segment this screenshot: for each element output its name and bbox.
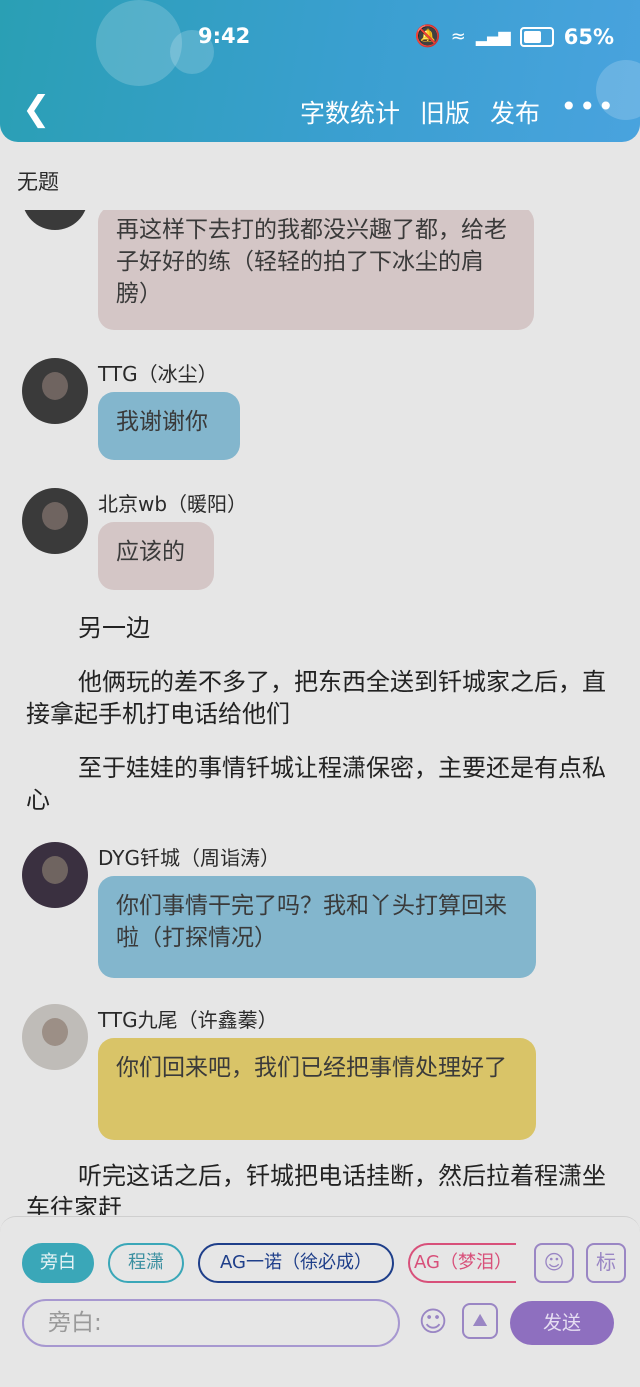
- back-chevron-icon[interactable]: ❮: [22, 90, 51, 128]
- narration-paragraph[interactable]: 至于娃娃的事情钎城让程潇保密，主要还是有点私心: [26, 752, 614, 816]
- send-button[interactable]: 发送: [510, 1301, 614, 1345]
- old-version-button[interactable]: 旧版: [420, 94, 470, 130]
- battery-percent: 65%: [563, 24, 614, 49]
- avatar[interactable]: [22, 358, 88, 424]
- status-bar: 9:42 🔕 ≈ ▂▄▆ 65%: [0, 18, 640, 54]
- status-time: 9:42: [198, 24, 251, 48]
- signal-icon: ▂▄▆: [475, 27, 511, 46]
- message-bubble[interactable]: 应该的: [98, 522, 214, 590]
- avatar[interactable]: [22, 842, 88, 908]
- document-title: 无题: [17, 170, 59, 194]
- narration-input[interactable]: 旁白:: [22, 1299, 400, 1347]
- narration-paragraph[interactable]: 另一边: [26, 612, 614, 644]
- speaker-name: TTG九尾（许鑫蓁）: [98, 1008, 278, 1032]
- publish-button[interactable]: 发布: [490, 94, 540, 130]
- more-dots-icon[interactable]: •••: [560, 90, 616, 123]
- app-header: 9:42 🔕 ≈ ▂▄▆ 65% ❮ 字数统计 旧版 发布 •••: [0, 0, 640, 142]
- wifi-icon: ≈: [450, 26, 466, 47]
- avatar[interactable]: [22, 1004, 88, 1070]
- add-role-icon[interactable]: ☺: [534, 1243, 574, 1283]
- compose-panel: 旁白 程潇 AG一诺（徐必成） AG（梦泪） ☺ 标 旁白: ☺ ⛰ 发送: [0, 1216, 640, 1387]
- speaker-name: 北京wb（暖阳）: [98, 492, 248, 516]
- message-bubble[interactable]: 你们事情干完了吗？我和丫头打算回来啦（打探情况）: [98, 876, 536, 978]
- avatar-face: [42, 1018, 68, 1046]
- avatar-face: [42, 856, 68, 884]
- role-chip[interactable]: 程潇: [108, 1243, 184, 1283]
- tag-button[interactable]: 标: [586, 1243, 626, 1283]
- battery-icon: [519, 26, 554, 47]
- story-content[interactable]: 再这样下去打的我都没兴趣了都，给老子好好的练（轻轻的拍了下冰尘的肩膀） TTG（…: [0, 210, 640, 1215]
- message-bubble[interactable]: 我谢谢你: [98, 392, 240, 460]
- avatar[interactable]: [22, 210, 88, 230]
- message-bubble[interactable]: 你们回来吧，我们已经把事情处理好了: [98, 1038, 536, 1140]
- avatar-face: [42, 502, 68, 530]
- avatar-face: [42, 372, 68, 400]
- speaker-name: TTG（冰尘）: [98, 362, 218, 386]
- top-nav: ❮ 字数统计 旧版 发布 •••: [0, 88, 640, 132]
- role-chip-narrator[interactable]: 旁白: [22, 1243, 94, 1283]
- speaker-name: DYG钎城（周诣涛）: [98, 846, 281, 870]
- mute-bell-icon: 🔕: [414, 24, 441, 48]
- nav-actions: 字数统计 旧版 发布: [300, 94, 540, 130]
- word-count-button[interactable]: 字数统计: [300, 94, 400, 130]
- narration-paragraph[interactable]: 他俩玩的差不多了，把东西全送到钎城家之后，直接拿起手机打电话给他们: [26, 666, 614, 730]
- role-chip[interactable]: AG一诺（徐必成）: [198, 1243, 394, 1283]
- narration-paragraph[interactable]: 听完这话之后，钎城把电话挂断，然后拉着程潇坐车往家赶: [26, 1160, 614, 1215]
- avatar[interactable]: [22, 488, 88, 554]
- emoji-icon[interactable]: ☺: [414, 1303, 452, 1341]
- message-bubble[interactable]: 再这样下去打的我都没兴趣了都，给老子好好的练（轻轻的拍了下冰尘的肩膀）: [98, 210, 534, 330]
- status-icons: 🔕 ≈ ▂▄▆ 65%: [415, 24, 614, 49]
- role-chip[interactable]: AG（梦泪）: [408, 1243, 516, 1283]
- image-icon[interactable]: ⛰: [462, 1303, 498, 1339]
